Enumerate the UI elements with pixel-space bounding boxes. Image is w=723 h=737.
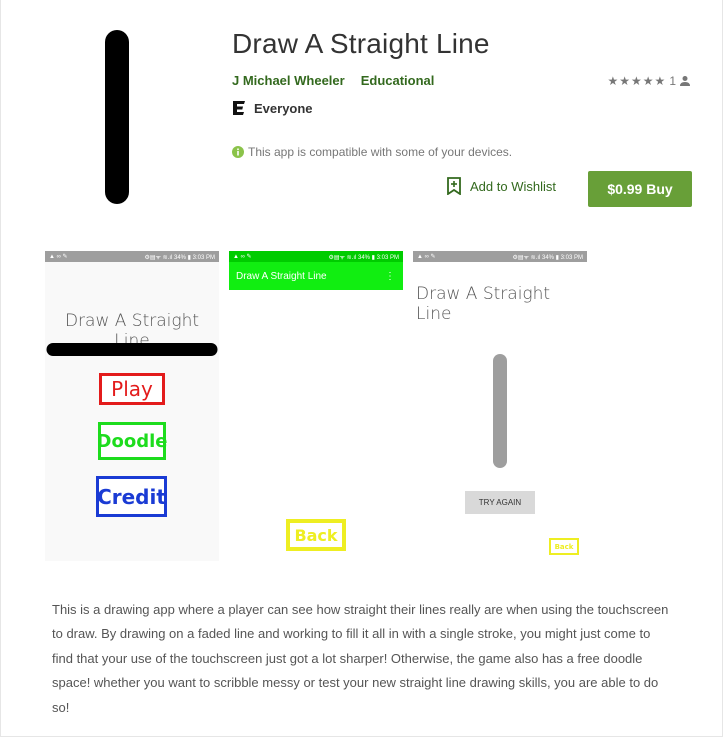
user-icon bbox=[680, 76, 690, 86]
back-button[interactable]: Back bbox=[549, 538, 579, 555]
content-rating: Everyone bbox=[232, 100, 313, 116]
faded-line-graphic bbox=[493, 354, 507, 468]
status-right: ⚙▤ᯤ ≋.ıl 34% ▮ 3:03 PM bbox=[144, 254, 215, 261]
toolbar: Draw A Straight Line ⋮ bbox=[229, 262, 403, 290]
developer-link[interactable]: J Michael Wheeler bbox=[232, 73, 345, 88]
status-right: ⚙▤ᯤ ≋.ıl 34% ▮ 3:03 PM bbox=[328, 254, 399, 261]
status-left: ▲ ∞ ✎ bbox=[233, 254, 252, 260]
bookmark-plus-icon bbox=[447, 177, 461, 195]
wishlist-label: Add to Wishlist bbox=[470, 178, 556, 194]
toolbar-title: Draw A Straight Line bbox=[236, 270, 327, 282]
content-rating-label: Everyone bbox=[254, 100, 313, 116]
black-line-graphic bbox=[46, 343, 218, 356]
back-button[interactable]: Back bbox=[286, 519, 346, 551]
esrb-everyone-icon bbox=[233, 101, 245, 115]
status-bar: ▲ ∞ ✎ ⚙▤ᯤ ≋.ıl 34% ▮ 3:03 PM bbox=[45, 251, 219, 262]
status-left: ▲ ∞ ✎ bbox=[417, 254, 436, 260]
credit-button[interactable]: Credit bbox=[96, 476, 167, 517]
screenshot-doodle[interactable]: ▲ ∞ ✎ ⚙▤ᯤ ≋.ıl 34% ▮ 3:03 PM Draw A Stra… bbox=[229, 251, 403, 561]
rating-count: 1 bbox=[669, 74, 676, 88]
try-again-button[interactable]: TRY AGAIN bbox=[465, 491, 535, 514]
play-title: Draw A Straight Line bbox=[416, 284, 551, 324]
status-bar: ▲ ∞ ✎ ⚙▤ᯤ ≋.ıl 34% ▮ 3:03 PM bbox=[229, 251, 403, 262]
developer-info: J Michael Wheeler Educational bbox=[232, 73, 434, 88]
status-left: ▲ ∞ ✎ bbox=[49, 254, 68, 260]
screenshot-main-menu[interactable]: ▲ ∞ ✎ ⚙▤ᯤ ≋.ıl 34% ▮ 3:03 PM Draw A Stra… bbox=[45, 251, 219, 561]
compatibility-text: This app is compatible with some of your… bbox=[248, 145, 513, 159]
compatibility-notice: This app is compatible with some of your… bbox=[232, 145, 512, 159]
overflow-menu-icon[interactable]: ⋮ bbox=[385, 271, 395, 282]
app-title: Draw A Straight Line bbox=[232, 28, 490, 59]
app-icon bbox=[105, 30, 129, 204]
add-to-wishlist-button[interactable]: Add to Wishlist bbox=[446, 177, 556, 195]
play-button[interactable]: Play bbox=[99, 373, 165, 405]
status-right: ⚙▤ᯤ ≋.ıl 34% ▮ 3:03 PM bbox=[512, 254, 583, 261]
rating-stars: ★★★★★ bbox=[607, 74, 667, 88]
rating-summary: ★★★★★ 1 bbox=[608, 74, 691, 88]
app-description: This is a drawing app where a player can… bbox=[52, 602, 669, 715]
info-icon bbox=[232, 146, 244, 158]
category-link[interactable]: Educational bbox=[361, 73, 435, 88]
screenshot-play[interactable]: ▲ ∞ ✎ ⚙▤ᯤ ≋.ıl 34% ▮ 3:03 PM Draw A Stra… bbox=[413, 251, 587, 561]
doodle-button[interactable]: Doodle bbox=[97, 422, 167, 460]
status-bar: ▲ ∞ ✎ ⚙▤ᯤ ≋.ıl 34% ▮ 3:03 PM bbox=[413, 251, 587, 262]
buy-button[interactable]: $0.99 Buy bbox=[588, 171, 692, 207]
